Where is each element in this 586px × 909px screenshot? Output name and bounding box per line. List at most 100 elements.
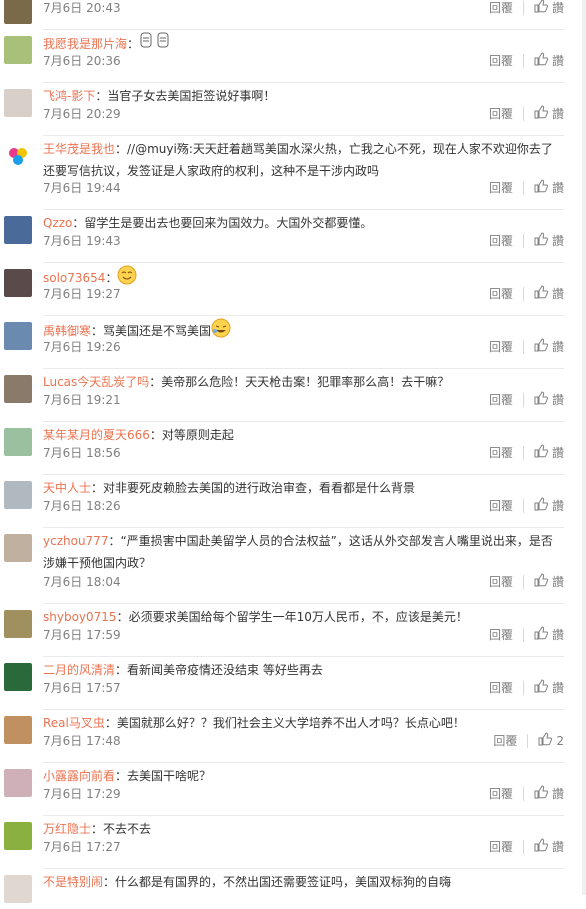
- comment-actions: 回覆 讚: [489, 444, 564, 461]
- user-name-link[interactable]: 二月的风清清: [43, 663, 115, 677]
- user-name-link[interactable]: 小露露向前看: [43, 769, 115, 783]
- thumbs-up-icon: [534, 52, 549, 69]
- user-name-link[interactable]: 万红隐士: [43, 822, 91, 836]
- avatar[interactable]: [4, 716, 32, 744]
- comment-text: Lucas今天乱炭了吗：美帝那么危险！天天枪击案！犯罪率那么高！去干嘛？: [43, 371, 558, 393]
- like-button[interactable]: 讚: [534, 573, 564, 590]
- avatar[interactable]: [4, 769, 32, 797]
- comment-text: 二月的风清清：看新闻美帝疫情还没结束 等好些再去: [43, 659, 558, 681]
- thumbs-up-icon: [534, 179, 549, 196]
- like-button[interactable]: 讚: [534, 391, 564, 408]
- like-button[interactable]: 讚: [534, 105, 564, 122]
- comment-body: ：: [105, 271, 118, 285]
- avatar[interactable]: [4, 610, 32, 638]
- avatar[interactable]: [4, 481, 32, 509]
- comment-body: ：美帝那么危险！天天枪击案！犯罪率那么高！去干嘛？: [149, 375, 450, 389]
- user-name-link[interactable]: 不是特别闹: [43, 875, 103, 889]
- user-name-link[interactable]: Qzzo: [43, 216, 72, 230]
- reply-button[interactable]: 回覆: [489, 786, 524, 801]
- avatar[interactable]: [4, 822, 32, 850]
- like-count: 讚: [551, 787, 564, 801]
- comment-date: 7月6日 17:48: [43, 734, 121, 748]
- thumbs-up-icon: [534, 497, 549, 514]
- avatar[interactable]: [4, 322, 32, 350]
- avatar[interactable]: [4, 663, 32, 691]
- avatar[interactable]: [4, 216, 32, 244]
- comment-actions: 回覆 讚: [489, 179, 564, 196]
- comment-text: 小露露向前看：去美国干啥呢？: [43, 765, 558, 787]
- avatar[interactable]: [4, 0, 32, 24]
- avatar[interactable]: [4, 142, 32, 170]
- avatar[interactable]: [4, 89, 32, 117]
- like-button[interactable]: 讚: [534, 838, 564, 855]
- like-button[interactable]: 讚: [534, 626, 564, 643]
- reply-button[interactable]: 回覆: [489, 0, 524, 15]
- like-button[interactable]: 讚: [534, 497, 564, 514]
- user-name-link[interactable]: 某年某月的夏天666: [43, 428, 150, 442]
- user-name-link[interactable]: yczhou777: [43, 534, 108, 548]
- comment-item: 王华茂是我也：//@muyi殇:天天赶着趟骂美国水深火热，亡我之心不死，现在人家…: [0, 136, 586, 210]
- comment-text: 万红隐士：不去不去: [43, 818, 558, 840]
- user-name-link[interactable]: Real马叉虫: [43, 716, 105, 730]
- scrollbar[interactable]: [582, 0, 586, 895]
- like-button[interactable]: 2: [538, 732, 564, 749]
- avatar[interactable]: [4, 875, 32, 903]
- reply-button[interactable]: 回覆: [489, 53, 524, 68]
- reply-button[interactable]: 回覆: [489, 339, 524, 354]
- reply-button[interactable]: 回覆: [493, 733, 529, 748]
- like-button[interactable]: 讚: [534, 179, 564, 196]
- like-button[interactable]: 讚: [534, 52, 564, 69]
- user-name-link[interactable]: Lucas今天乱炭了吗: [43, 375, 149, 389]
- avatar[interactable]: [4, 428, 32, 456]
- like-count: 讚: [551, 840, 564, 854]
- comment-item: 小露露向前看：去美国干啥呢？ 7月6日 17:29 回覆讚: [0, 763, 586, 816]
- thumbs-up-icon: [534, 391, 549, 408]
- reply-button[interactable]: 回覆: [489, 839, 524, 854]
- like-count: 讚: [551, 54, 564, 68]
- like-button[interactable]: 讚: [534, 0, 564, 16]
- like-button[interactable]: 讚: [534, 338, 564, 355]
- avatar[interactable]: [4, 269, 32, 297]
- reply-button[interactable]: 回覆: [489, 106, 524, 121]
- reply-button[interactable]: 回覆: [489, 286, 524, 301]
- user-name-link[interactable]: 禹韩御寒: [43, 324, 91, 338]
- comment-actions: 回覆 讚: [489, 232, 564, 249]
- reply-button[interactable]: 回覆: [489, 498, 524, 513]
- reply-button[interactable]: 回覆: [489, 233, 524, 248]
- comment-body: ：当官子女去美国拒签说好事啊！: [95, 89, 276, 103]
- comment-item: 万红隐士：不去不去 7月6日 17:27 回覆讚: [0, 816, 586, 869]
- like-button[interactable]: 讚: [534, 232, 564, 249]
- thumbs-up-icon: [534, 626, 549, 643]
- like-button[interactable]: 讚: [534, 785, 564, 802]
- reply-button[interactable]: 回覆: [489, 680, 524, 695]
- like-button[interactable]: 讚: [534, 285, 564, 302]
- reply-button[interactable]: 回覆: [489, 574, 524, 589]
- avatar[interactable]: [4, 375, 32, 403]
- comment-item: shyboy0715：必须要求美国给每个留学生一年10万人民币，不，应该是美元！…: [0, 604, 586, 657]
- like-count: 讚: [551, 1, 564, 15]
- like-button[interactable]: 讚: [534, 679, 564, 696]
- reply-button[interactable]: 回覆: [489, 445, 524, 460]
- reply-button[interactable]: 回覆: [489, 392, 524, 407]
- comment-actions: 回覆 讚: [489, 391, 564, 408]
- reply-button[interactable]: 回覆: [489, 180, 524, 195]
- user-name-link[interactable]: 我愿我是那片海: [43, 37, 127, 51]
- user-name-link[interactable]: 飞鸿-影下: [43, 89, 95, 103]
- avatar[interactable]: [4, 36, 32, 64]
- comment-item: Real马叉虫：美国就那么好？？我们社会主义大学培养不出人才吗？长点心吧！ 7月6…: [0, 710, 586, 763]
- reply-button[interactable]: 回覆: [489, 627, 524, 642]
- comment-item: 天中人士：对非要死皮赖脸去美国的进行政治审查，看看都是什么背景 7月6日 18:2…: [0, 475, 586, 528]
- comment-item: Lucas今天乱炭了吗：美帝那么危险！天天枪击案！犯罪率那么高！去干嘛？ 7月6日…: [0, 369, 586, 422]
- thumbs-up-icon: [534, 838, 549, 855]
- comment-body: ：骂美国还是不骂美国: [91, 324, 212, 338]
- comment-date: 7月6日 17:57: [43, 681, 121, 695]
- comment-text: 王华茂是我也：//@muyi殇:天天赶着趟骂美国水深火热，亡我之心不死，现在人家…: [43, 138, 558, 182]
- avatar[interactable]: [4, 534, 32, 562]
- user-name-link[interactable]: solo73654: [43, 271, 105, 285]
- comment-body: ：什么都是有国界的，不然出国还需要签证吗，美国双标狗的自嗨: [103, 875, 452, 889]
- user-name-link[interactable]: 王华茂是我也: [43, 142, 115, 156]
- user-name-link[interactable]: shyboy0715: [43, 610, 117, 624]
- like-button[interactable]: 讚: [534, 444, 564, 461]
- like-count: 2: [556, 733, 564, 748]
- user-name-link[interactable]: 天中人士: [43, 481, 91, 495]
